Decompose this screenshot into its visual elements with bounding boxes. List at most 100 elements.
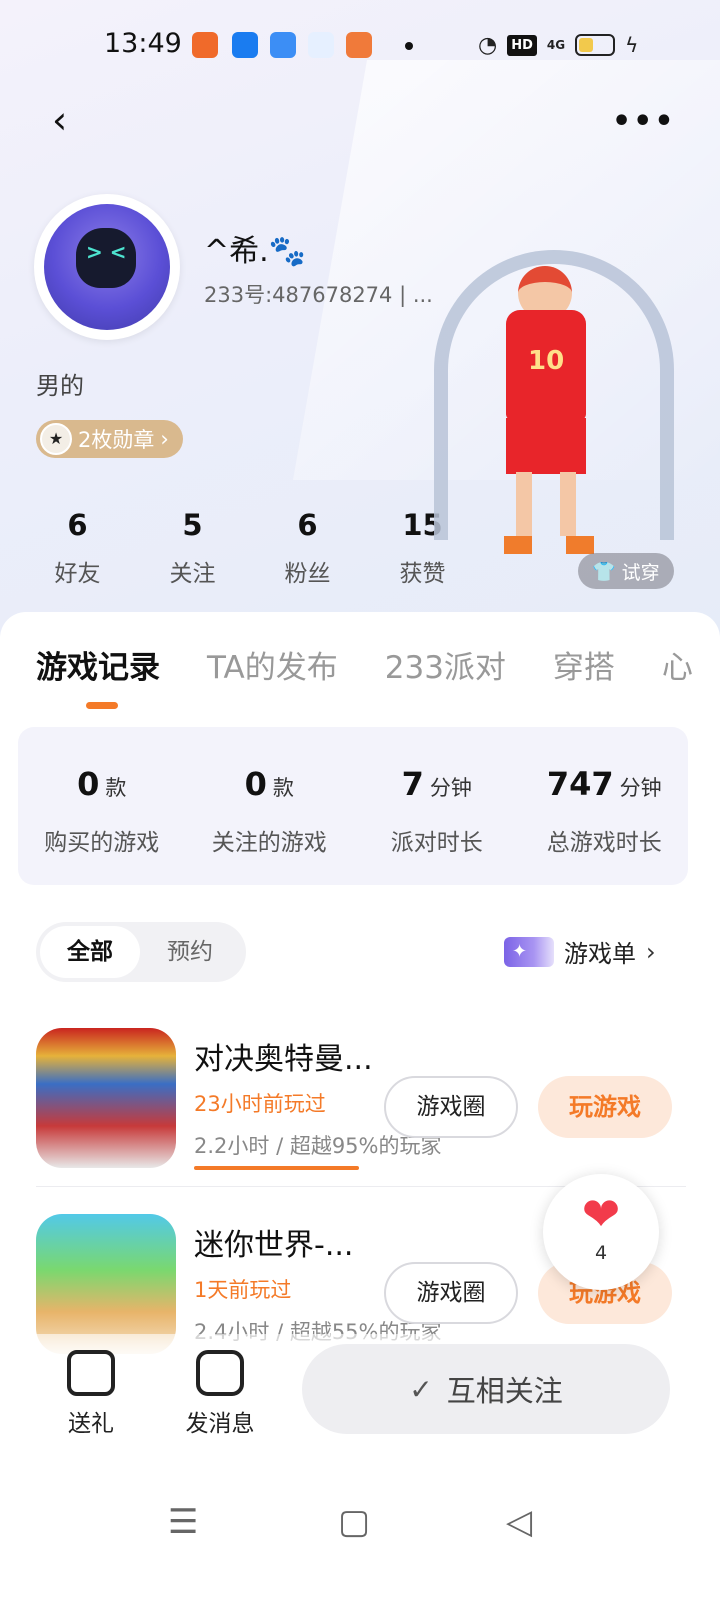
- hd-icon: HD: [507, 34, 537, 56]
- summary-unit: 款: [272, 776, 294, 800]
- notification-app-icon: [192, 32, 218, 58]
- status-indicators: ◔ HD 4G ϟ: [478, 30, 638, 60]
- filter-reserve-button[interactable]: 预约: [140, 926, 240, 978]
- summary-unit: 分钟: [429, 776, 472, 800]
- stat-value: 6: [297, 508, 318, 542]
- medals-count: 2枚勋章: [78, 428, 155, 452]
- mutual-follow-label: 互相关注: [446, 1374, 563, 1408]
- signal-icon: 4G: [546, 38, 566, 52]
- record-filter-toggle: 全部 预约: [36, 922, 246, 982]
- medals-badge[interactable]: ★ 2枚勋章 ›: [36, 420, 183, 458]
- character-legs: [516, 472, 576, 536]
- check-icon: ✓: [409, 1372, 433, 1406]
- stat-following[interactable]: 5 关注: [135, 508, 250, 588]
- bottom-action-bar: 送礼 发消息 ✓ 互相关注: [0, 1334, 720, 1474]
- status-time: 13:49: [104, 28, 182, 59]
- character-shoes: [504, 536, 594, 554]
- alipay-icon: [232, 32, 258, 58]
- mutual-follow-button[interactable]: ✓ 互相关注: [302, 1344, 670, 1434]
- summary-label: 总游戏时长: [546, 830, 662, 856]
- like-button[interactable]: ❤ 4: [543, 1174, 659, 1290]
- summary-followed[interactable]: 0款 关注的游戏: [186, 727, 354, 885]
- stat-label: 好友: [54, 561, 101, 587]
- stat-friends[interactable]: 6 好友: [20, 508, 135, 588]
- game-icon-mini-world[interactable]: [36, 1214, 176, 1354]
- gift-button[interactable]: 送礼: [56, 1350, 126, 1438]
- summary-value: 0: [244, 765, 267, 803]
- summary-party-time[interactable]: 7 分钟 派对时长: [353, 727, 521, 885]
- stat-value: 6: [67, 508, 88, 542]
- more-notifications-dot: [405, 42, 413, 50]
- tab-more[interactable]: 心: [662, 642, 693, 687]
- game-list-label: 游戏单: [564, 940, 636, 968]
- user-id[interactable]: 233号:487678274 | ...: [204, 279, 433, 309]
- game-last-played: 1天前玩过: [194, 1278, 292, 1302]
- filter-all-button[interactable]: 全部: [40, 926, 140, 978]
- reader-app-icon: [346, 32, 372, 58]
- stat-value: 5: [182, 508, 203, 542]
- tab-outfits[interactable]: 穿搭: [553, 642, 615, 687]
- game-icon-ultraman[interactable]: [36, 1028, 176, 1168]
- charging-icon: ϟ: [625, 33, 639, 57]
- back-icon[interactable]: ◁: [506, 1502, 532, 1542]
- game-circle-button[interactable]: 游戏圈: [384, 1262, 518, 1324]
- active-tab-indicator: [86, 702, 118, 709]
- try-on-label: 试穿: [621, 561, 660, 584]
- status-bar: 13:49 ◔ HD 4G ϟ: [0, 22, 720, 70]
- heart-icon: ❤: [581, 1187, 621, 1241]
- more-options-button[interactable]: •••: [612, 104, 674, 139]
- gift-label: 送礼: [68, 1411, 114, 1437]
- nickname: ^希.🐾: [204, 234, 307, 269]
- game-title: 对决奥特曼...: [194, 1042, 373, 1077]
- character-jersey: [506, 310, 586, 420]
- send-message-button[interactable]: 发消息: [180, 1350, 260, 1438]
- sparkle-icon: ✦: [504, 936, 554, 967]
- gender-label: 男的: [36, 372, 84, 400]
- avatar-3d-character[interactable]: [426, 240, 696, 590]
- tab-posts[interactable]: TA的发布: [207, 642, 338, 687]
- play-game-button[interactable]: 玩游戏: [538, 1076, 672, 1138]
- search-app-icon: [308, 32, 334, 58]
- game-list-link[interactable]: ✦ 游戏单 ›: [504, 934, 656, 969]
- stat-label: 关注: [169, 561, 216, 587]
- game-record-item[interactable]: 对决奥特曼... 23小时前玩过 2.2小时 / 超越95%的玩家 游戏圈 玩游…: [36, 1028, 686, 1178]
- game-title: 迷你世界-...: [194, 1228, 354, 1263]
- profile-stats: 6 好友 5 关注 6 粉丝 15 获赞: [20, 508, 480, 588]
- profile-tabs: 游戏记录 TA的发布 233派对 穿搭 心: [36, 642, 693, 687]
- gift-icon: [67, 1350, 115, 1396]
- avatar[interactable]: [34, 194, 180, 340]
- notification-app-icon: [270, 32, 296, 58]
- play-time-bar: [194, 1166, 359, 1170]
- summary-value: 7: [401, 765, 424, 803]
- medal-icon: ★: [40, 423, 72, 455]
- summary-label: 关注的游戏: [211, 830, 327, 856]
- chat-bubble-icon: [196, 1350, 244, 1396]
- summary-value: 747: [546, 765, 614, 803]
- summary-unit: 分钟: [619, 776, 662, 800]
- home-icon[interactable]: ▢: [338, 1502, 370, 1542]
- menu-icon[interactable]: ☰: [168, 1502, 198, 1542]
- summary-unit: 款: [105, 776, 127, 800]
- tab-party[interactable]: 233派对: [385, 642, 506, 687]
- summary-total-time[interactable]: 747 分钟 总游戏时长: [521, 727, 689, 885]
- game-last-played: 23小时前玩过: [194, 1092, 326, 1116]
- battery-icon: [575, 34, 616, 56]
- game-circle-button[interactable]: 游戏圈: [384, 1076, 518, 1138]
- stat-label: 粉丝: [284, 561, 331, 587]
- shirt-icon: 👕: [592, 560, 616, 583]
- system-navigation-bar: ☰ ▢ ◁: [0, 1490, 720, 1550]
- summary-value: 0: [77, 765, 100, 803]
- stat-followers[interactable]: 6 粉丝: [250, 508, 365, 588]
- character-shorts: [506, 418, 586, 474]
- tab-game-records[interactable]: 游戏记录: [36, 642, 160, 687]
- summary-label: 购买的游戏: [44, 830, 160, 856]
- like-count: 4: [594, 1242, 608, 1264]
- chevron-right-icon: ›: [646, 937, 656, 966]
- avatar-robot-face: [76, 228, 136, 288]
- wifi-icon: ◔: [478, 32, 498, 58]
- game-summary-card: 0款 购买的游戏 0款 关注的游戏 7 分钟 派对时长 747 分钟 总游戏时长: [18, 727, 688, 885]
- summary-purchased[interactable]: 0款 购买的游戏: [18, 727, 186, 885]
- back-button[interactable]: ‹: [52, 100, 92, 140]
- try-on-button[interactable]: 👕 试穿: [578, 553, 674, 589]
- summary-label: 派对时长: [390, 830, 483, 856]
